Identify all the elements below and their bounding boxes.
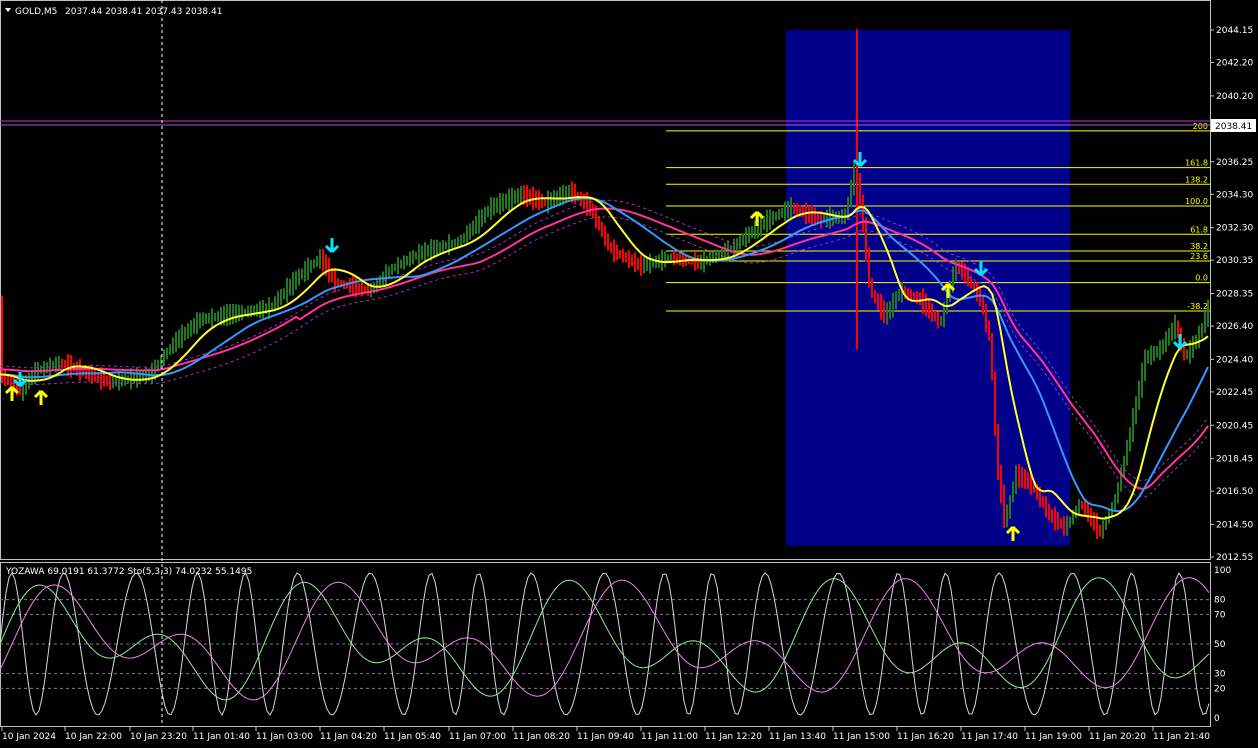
time-label: 11 Jan 20:20: [1089, 732, 1146, 742]
price-label: 2034.30: [1216, 190, 1253, 200]
price-label: 2044.15: [1216, 26, 1253, 36]
time-label: 11 Jan 11:00: [641, 732, 698, 742]
time-label: 11 Jan 21:40: [1153, 732, 1210, 742]
fib-level-label: 0.0: [1195, 274, 1208, 283]
indicator-level-label: 30: [1214, 670, 1226, 680]
price-label: 2026.40: [1216, 322, 1253, 332]
time-label: 11 Jan 13:40: [769, 732, 826, 742]
fib-level-label: 100.0: [1185, 197, 1208, 206]
stoch-main-line: [0, 577, 1210, 701]
price-label: 2014.50: [1216, 520, 1253, 530]
price-label: 2032.30: [1216, 224, 1253, 234]
price-label: 2036.25: [1216, 158, 1253, 168]
fib-level-label: 138.2: [1185, 175, 1208, 184]
time-label: 11 Jan 05:40: [384, 732, 441, 742]
time-label: 11 Jan 01:40: [193, 732, 250, 742]
current-price-label: 2038.41: [1215, 122, 1252, 132]
ohlc-values: 2037.44 2038.41 2037.43 2038.41: [65, 7, 222, 17]
price-label: 2012.55: [1216, 553, 1253, 563]
time-label: 11 Jan 08:20: [513, 732, 570, 742]
symbol-label: GOLD,M5: [15, 7, 57, 17]
time-label: 11 Jan 19:00: [1025, 732, 1082, 742]
fib-level-label: 161.8: [1185, 159, 1208, 168]
indicator-level-label: 80: [1214, 596, 1226, 606]
time-label: 11 Jan 17:40: [961, 732, 1018, 742]
stoch-signal-line: [0, 577, 1210, 701]
triangle-down-icon[interactable]: [5, 8, 11, 12]
price-axis[interactable]: 2044.15 2042.20 2040.20 2036.25 2034.30 2032.…: [1210, 26, 1253, 563]
price-label: 2024.40: [1216, 355, 1253, 365]
time-label: 11 Jan 03:00: [256, 732, 313, 742]
fib-level-label: 200: [1193, 122, 1208, 131]
fib-level-label: -38.2: [1187, 302, 1208, 311]
indicator-level-label: 100: [1214, 566, 1231, 576]
time-label: 11 Jan 04:20: [320, 732, 377, 742]
time-label: 11 Jan 16:20: [897, 732, 954, 742]
indicator-levels: 100 80 70 50 30 20 0: [0, 566, 1231, 724]
time-label: 11 Jan 12:20: [705, 732, 762, 742]
up-arrow-icon: [33, 389, 49, 405]
indicator-level-label: 70: [1214, 610, 1226, 620]
indicator-level-label: 20: [1214, 684, 1226, 694]
price-label: 2028.35: [1216, 290, 1253, 300]
price-label: 2016.50: [1216, 487, 1253, 497]
time-label: 10 Jan 23:20: [130, 732, 187, 742]
fib-level-label: 38.2: [1190, 242, 1208, 251]
price-label: 2018.45: [1216, 455, 1253, 465]
time-label: 11 Jan 07:00: [449, 732, 506, 742]
up-arrow-shape: [33, 389, 49, 405]
price-label: 2020.45: [1216, 421, 1253, 431]
price-label: 2030.35: [1216, 256, 1253, 266]
highlight-rectangle[interactable]: [786, 30, 1070, 546]
down-arrow-shape: [324, 238, 340, 254]
down-arrow-icon: [324, 238, 340, 254]
fib-level-label: 23.6: [1190, 252, 1208, 261]
price-label: 2040.20: [1216, 92, 1253, 102]
indicator-level-label: 0: [1214, 714, 1220, 724]
indicator-level-label: 50: [1214, 640, 1226, 650]
fib-level-label: 61.8: [1190, 225, 1208, 234]
price-label: 2022.45: [1216, 388, 1253, 398]
trading-chart-window[interactable]: 200 161.8 138.2 100.0 61.8 38.2 23.6 0.0 -38.2 G…: [0, 0, 1258, 744]
price-label: 2042.20: [1216, 59, 1253, 69]
indicator-label: YOZAWA 69.0191 61.3772 Sto(5,3,3) 74.023…: [5, 567, 252, 577]
time-label: 10 Jan 22:00: [65, 732, 122, 742]
time-label: 11 Jan 09:40: [577, 732, 634, 742]
time-label: 10 Jan 2024: [2, 732, 56, 742]
time-axis[interactable]: 10 Jan 2024 10 Jan 22:00 10 Jan 23:20 11 Ja…: [1, 727, 1210, 742]
time-label: 11 Jan 15:00: [833, 732, 890, 742]
chart-canvas[interactable]: 200161.8138.2100.061.838.223.60.0-38.2 G…: [0, 0, 1258, 744]
